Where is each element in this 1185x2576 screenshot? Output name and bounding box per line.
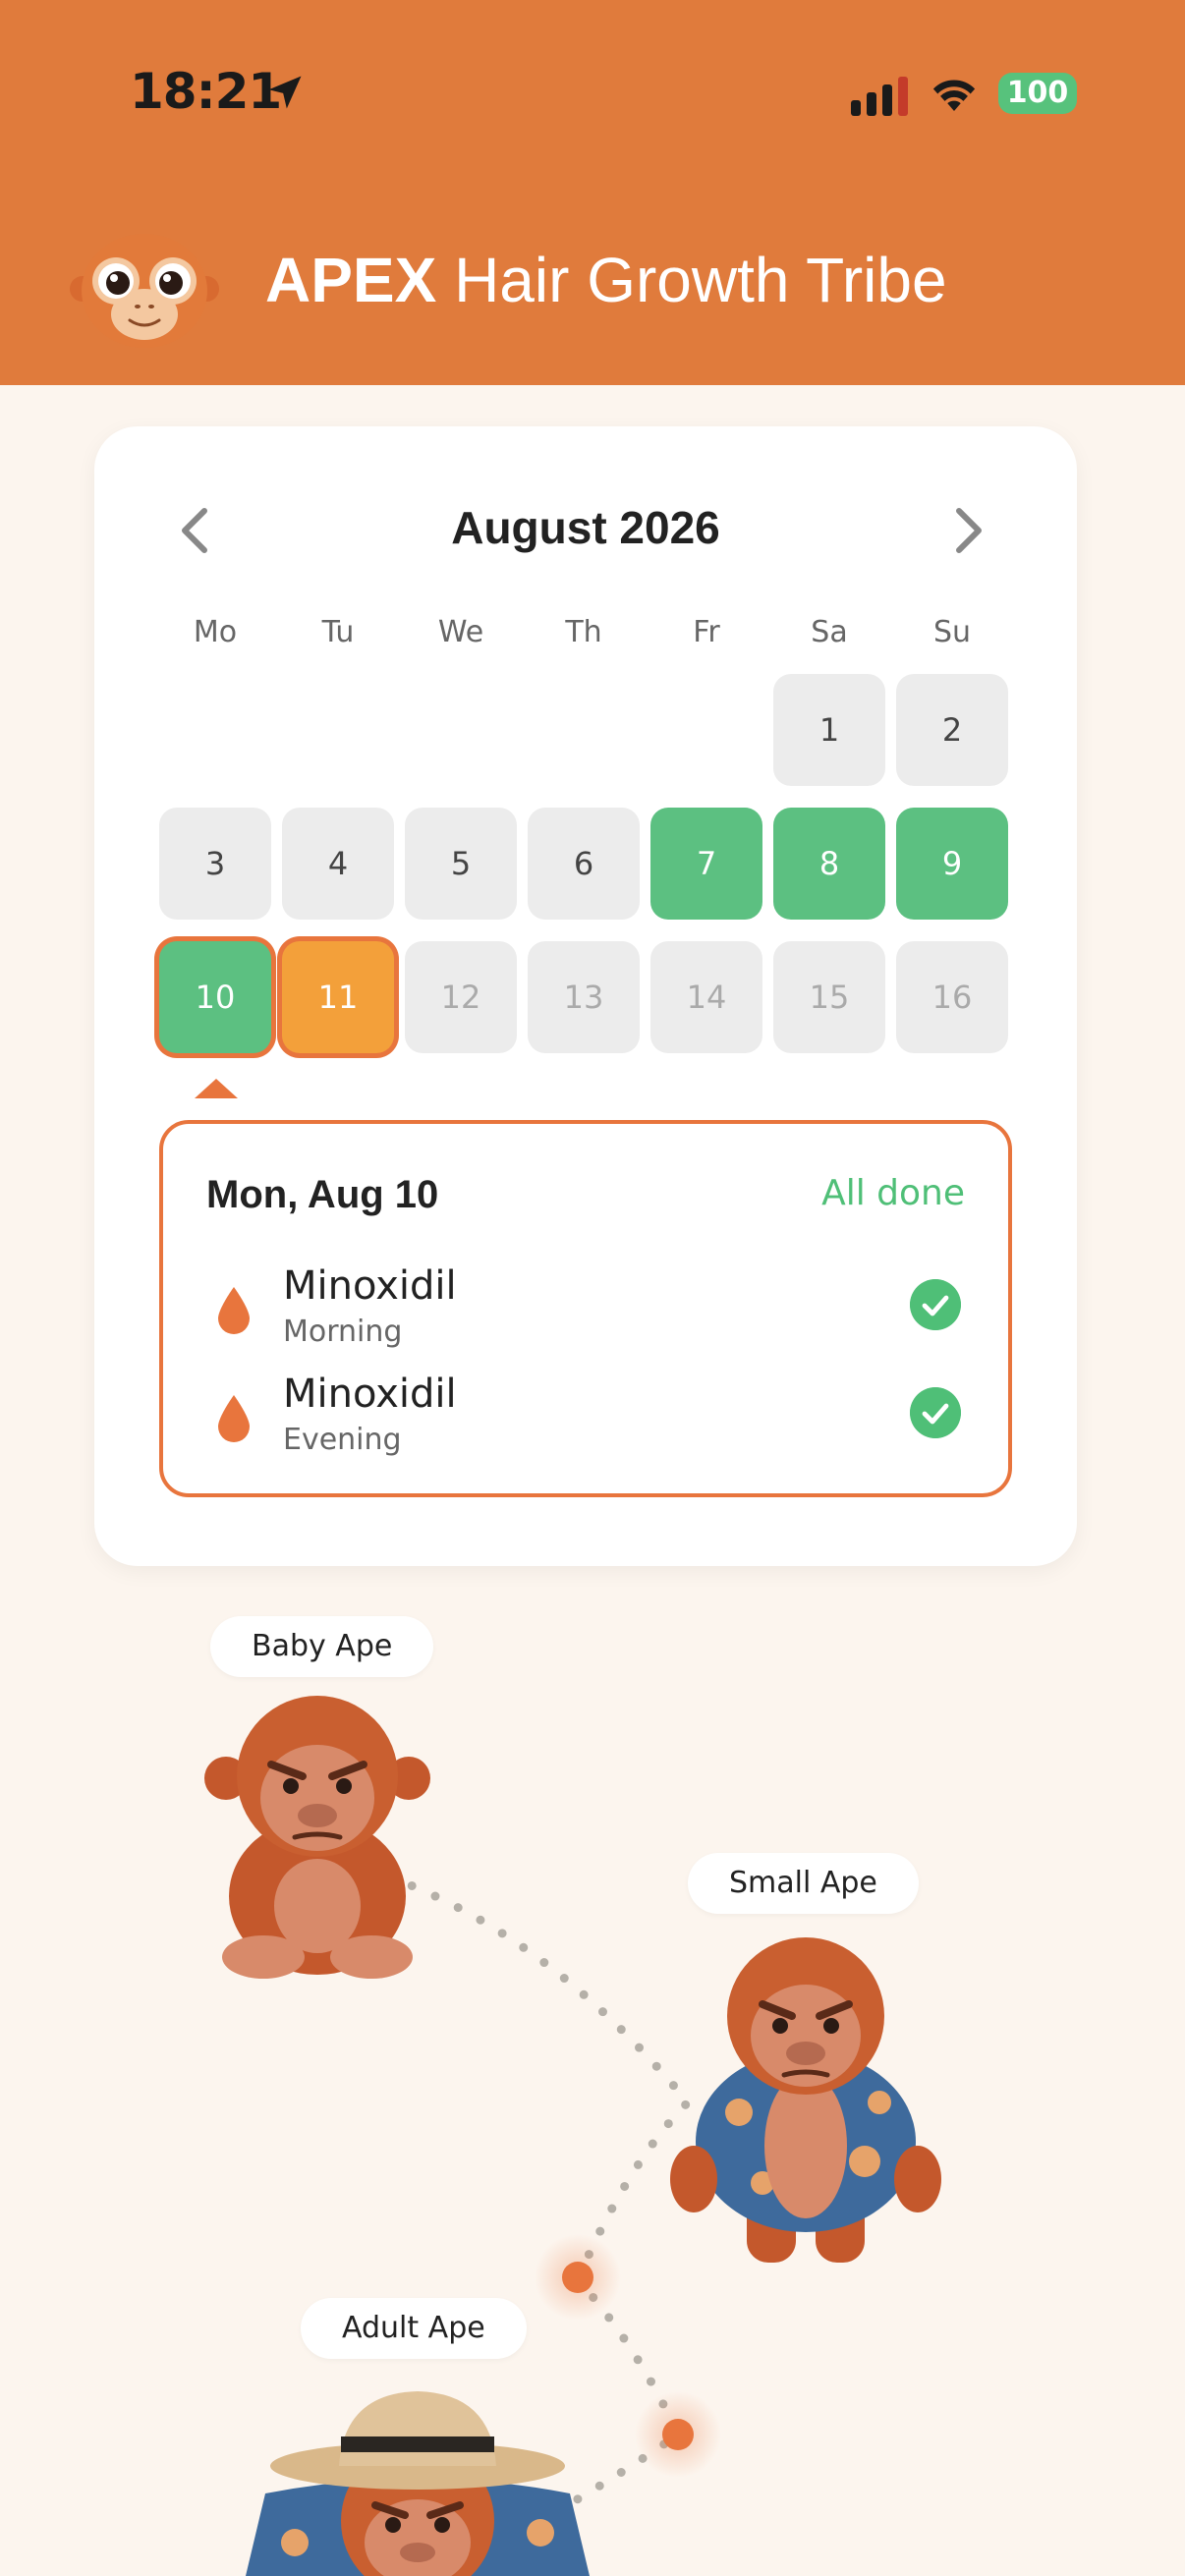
baby-ape-illustration — [204, 1696, 430, 1979]
calendar-day[interactable]: 6 — [528, 808, 640, 920]
calendar-day[interactable]: 8 — [773, 808, 885, 920]
calendar-day-selected[interactable]: 10 — [159, 941, 271, 1053]
medication-time: Evening — [283, 1423, 402, 1457]
status-time: 18:21 — [130, 63, 282, 120]
check-icon[interactable] — [910, 1279, 961, 1330]
detail-date: Mon, Aug 10 — [206, 1173, 439, 1216]
check-icon[interactable] — [910, 1387, 961, 1438]
location-arrow-icon — [268, 76, 302, 109]
stage-label-baby: Baby Ape — [210, 1616, 434, 1677]
calendar-day[interactable]: 1 — [773, 674, 885, 786]
weekday-label: We — [437, 615, 484, 649]
cellular-signal-icon — [851, 77, 908, 116]
medication-item[interactable]: Minoxidil Morning — [163, 1258, 1008, 1356]
app-header: 18:21 100 APEX Hair Growth Tribe — [0, 0, 1185, 385]
calendar-day[interactable]: 9 — [896, 808, 1008, 920]
stage-label-adult: Adult Ape — [301, 2298, 527, 2359]
weekday-label: Tu — [321, 615, 355, 649]
adult-ape-illustration — [246, 2391, 590, 2576]
battery-indicator: 100 — [998, 73, 1077, 114]
path-milestone-dot — [562, 2262, 593, 2293]
weekday-label: Fr — [693, 615, 720, 649]
calendar-day[interactable]: 2 — [896, 674, 1008, 786]
weekday-label: Sa — [811, 615, 848, 649]
calendar-day[interactable]: 3 — [159, 808, 271, 920]
weekday-label: Mo — [193, 615, 238, 649]
monkey-logo-icon — [70, 234, 219, 348]
month-title: August 2026 — [451, 502, 720, 553]
detail-status: All done — [821, 1173, 965, 1213]
calendar-day[interactable]: 4 — [282, 808, 394, 920]
medication-name: Minoxidil — [283, 1263, 457, 1309]
calendar-day[interactable]: 7 — [650, 808, 762, 920]
day-detail-panel: Mon, Aug 10 All done Minoxidil Morning M… — [159, 1120, 1012, 1497]
app-title-bold: APEX — [265, 245, 437, 315]
path-milestone-dot — [662, 2419, 694, 2450]
calendar-card: August 2026 Mo Tu We Th Fr Sa Su 1 2 3 4… — [94, 426, 1077, 1566]
calendar-day[interactable]: 16 — [896, 941, 1008, 1053]
medication-name: Minoxidil — [283, 1372, 457, 1417]
stage-label-small: Small Ape — [688, 1853, 919, 1914]
drop-icon — [218, 1287, 250, 1334]
weekday-label: Su — [932, 615, 972, 649]
medication-time: Morning — [283, 1315, 403, 1349]
small-ape-illustration — [670, 1937, 941, 2263]
weekday-label: Th — [565, 615, 602, 649]
evolution-path — [383, 1872, 721, 2520]
calendar-day-today[interactable]: 11 — [282, 941, 394, 1053]
selected-day-pointer — [195, 1079, 238, 1098]
next-month-chevron-icon[interactable] — [949, 507, 988, 554]
wifi-icon — [932, 80, 976, 111]
calendar-day[interactable]: 15 — [773, 941, 885, 1053]
calendar-day[interactable]: 12 — [405, 941, 517, 1053]
calendar-day[interactable]: 14 — [650, 941, 762, 1053]
drop-icon — [218, 1395, 250, 1442]
calendar-day[interactable]: 13 — [528, 941, 640, 1053]
app-title: APEX Hair Growth Tribe — [265, 244, 947, 316]
calendar-day[interactable]: 5 — [405, 808, 517, 920]
app-title-rest: Hair Growth Tribe — [436, 245, 947, 315]
medication-item[interactable]: Minoxidil Evening — [163, 1366, 1008, 1464]
